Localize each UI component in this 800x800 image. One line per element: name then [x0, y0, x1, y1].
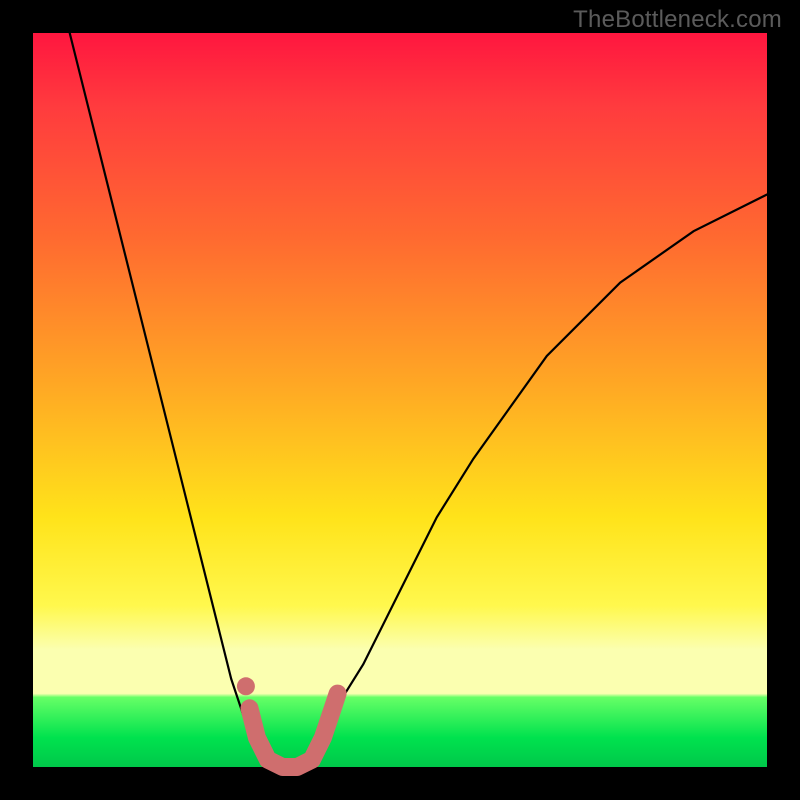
bottom-u-marker — [250, 694, 338, 767]
bottom-u-dot — [237, 677, 255, 695]
chart-frame: TheBottleneck.com — [0, 0, 800, 800]
bottleneck-curve — [70, 33, 767, 767]
plot-area — [33, 33, 767, 767]
watermark-text: TheBottleneck.com — [573, 6, 782, 34]
curve-layer — [33, 33, 767, 767]
